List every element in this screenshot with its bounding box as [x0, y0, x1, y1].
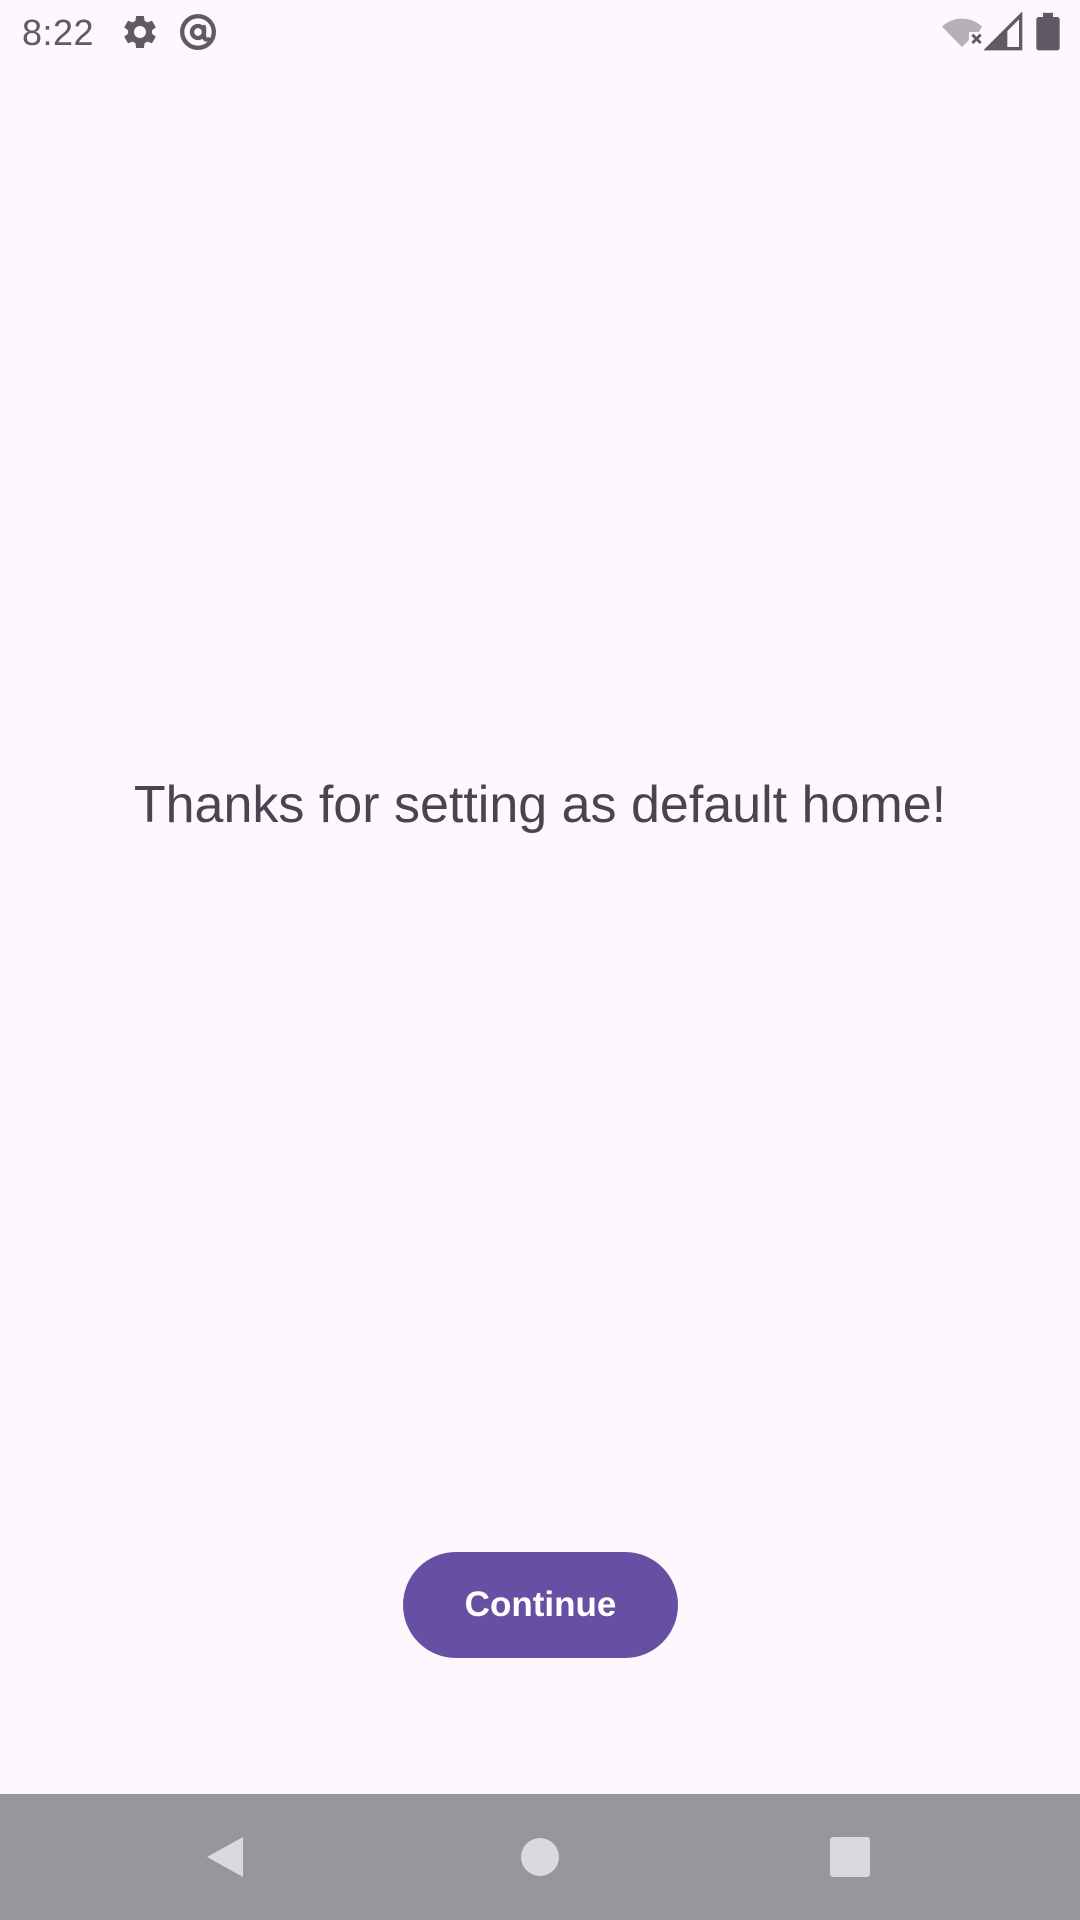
back-icon[interactable]	[190, 1822, 260, 1892]
wifi-off-icon	[942, 12, 982, 52]
battery-icon	[1030, 12, 1066, 52]
continue-button[interactable]: Continue	[403, 1552, 678, 1658]
status-bar: 8:22	[0, 0, 1080, 64]
default-home-message: Thanks for setting as default home!	[133, 776, 947, 834]
navigation-bar	[0, 1794, 1080, 1920]
status-time: 8:22	[22, 12, 95, 53]
home-icon[interactable]	[505, 1822, 575, 1892]
at-sign-icon	[178, 12, 218, 52]
screen: 8:22 Thanks for setting as default home!…	[0, 0, 1080, 1920]
settings-gear-icon	[120, 12, 160, 52]
recents-icon[interactable]	[815, 1822, 885, 1892]
cellular-signal-icon	[984, 12, 1024, 52]
